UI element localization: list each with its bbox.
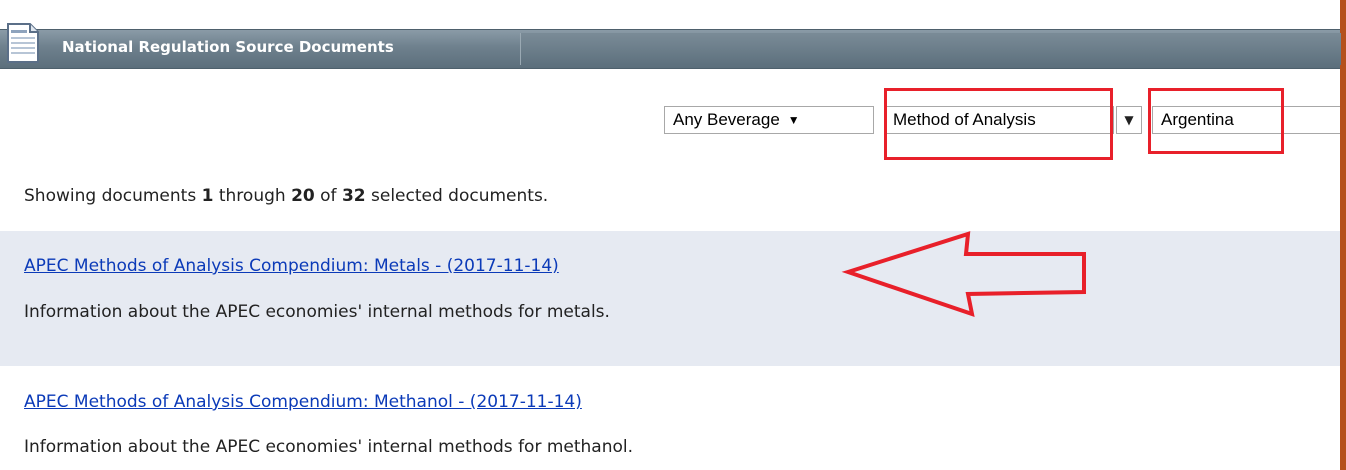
beverage-select[interactable]: Any Beverage ▼ <box>664 106 874 134</box>
results-of: of <box>320 186 337 206</box>
beverage-select-value: Any Beverage <box>673 110 780 129</box>
results-end: 20 <box>291 186 315 206</box>
document-description-metals: Information about the APEC economies' in… <box>24 302 610 322</box>
results-start: 1 <box>201 186 214 206</box>
highlight-box-topic <box>884 88 1113 160</box>
results-prefix: Showing documents <box>24 186 197 206</box>
results-summary: Showing documents 1 through 20 of 32 sel… <box>24 186 548 206</box>
chevron-down-icon: ▼ <box>787 113 800 127</box>
panel-header-extension <box>520 33 1341 65</box>
highlight-box-country <box>1148 88 1284 154</box>
topic-select-arrow[interactable]: ▼ <box>1116 106 1142 134</box>
annotation-arrow-icon <box>841 231 1086 318</box>
results-total: 32 <box>341 186 366 206</box>
page-right-border <box>1340 0 1346 470</box>
document-row-highlight <box>0 231 1340 366</box>
document-link-metals[interactable]: APEC Methods of Analysis Compendium: Met… <box>24 256 559 276</box>
results-through: through <box>218 186 286 206</box>
results-suffix: selected documents. <box>371 186 549 206</box>
document-icon <box>7 23 39 63</box>
document-description-methanol: Information about the APEC economies' in… <box>24 437 634 457</box>
panel-title: National Regulation Source Documents <box>62 38 394 56</box>
document-link-methanol[interactable]: APEC Methods of Analysis Compendium: Met… <box>24 392 582 412</box>
chevron-down-icon: ▼ <box>1124 113 1134 127</box>
